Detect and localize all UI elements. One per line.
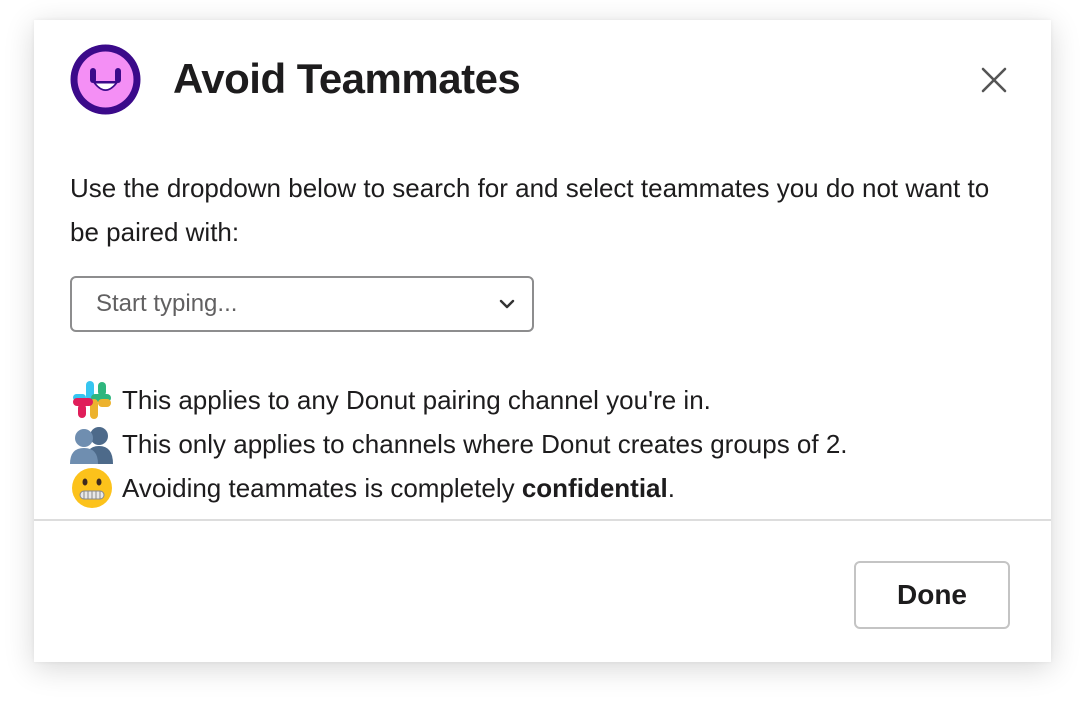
info-notes: This applies to any Donut pairing channe… — [70, 378, 1015, 510]
zipper-mouth-face-icon — [70, 466, 114, 510]
done-button[interactable]: Done — [854, 561, 1010, 629]
slack-logo-icon — [70, 378, 114, 422]
note-text-before: Avoiding teammates is completely — [122, 472, 522, 503]
note-text: This only applies to channels where Donu… — [122, 428, 848, 459]
modal-title: Avoid Teammates — [173, 55, 521, 102]
close-icon[interactable] — [974, 60, 1014, 100]
donut-app-icon — [70, 44, 141, 115]
note-slack: This applies to any Donut pairing channe… — [70, 378, 1015, 422]
teammates-select[interactable]: Start typing... — [70, 276, 534, 332]
modal-body: Use the dropdown below to search for and… — [70, 166, 1015, 508]
select-placeholder: Start typing... — [96, 290, 238, 317]
footer-divider — [34, 519, 1051, 521]
note-groups: This only applies to channels where Donu… — [70, 422, 1015, 466]
note-text: This applies to any Donut pairing channe… — [122, 384, 711, 415]
chevron-down-icon — [499, 299, 515, 309]
note-text-after: . — [667, 472, 675, 503]
modal-header: Avoid Teammates — [34, 20, 1051, 138]
note-confidential: Avoiding teammates is completely confide… — [70, 466, 1015, 510]
note-text: Avoiding teammates is completely confide… — [122, 473, 675, 504]
modal-description: Use the dropdown below to search for and… — [70, 173, 990, 247]
busts-in-silhouette-icon — [70, 422, 114, 466]
avoid-teammates-modal: Avoid Teammates Use the dropdown below t… — [34, 20, 1051, 662]
note-text-bold: confidential — [521, 472, 668, 503]
